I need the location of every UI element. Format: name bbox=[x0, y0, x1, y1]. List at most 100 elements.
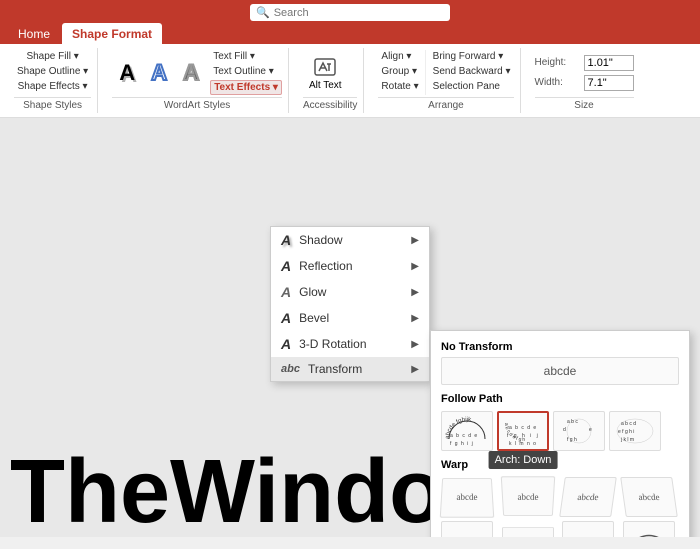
warp-cell-2[interactable]: abcde bbox=[500, 476, 555, 516]
wordart-style-1[interactable]: A bbox=[112, 57, 142, 89]
dropdown-shadow[interactable]: A Shadow ▶ bbox=[271, 227, 429, 253]
bevel-chevron: ▶ bbox=[411, 313, 419, 324]
rotate-btn[interactable]: Rotate ▾ bbox=[378, 80, 421, 93]
arrange-label: Arrange bbox=[378, 97, 513, 111]
follow-path-label: Follow Path bbox=[441, 393, 679, 405]
warp-grid: abcde abcde abcde abcde abcde abcde bbox=[441, 477, 679, 537]
height-label: Height: bbox=[535, 57, 580, 68]
bevel-icon: A bbox=[281, 310, 291, 326]
search-icon: 🔍 bbox=[256, 6, 270, 19]
wordart-label: WordArt Styles bbox=[112, 97, 282, 111]
shape-outline-btn[interactable]: Shape Outline ▾ bbox=[14, 65, 91, 78]
size-label: Size bbox=[535, 97, 634, 111]
warp-label: Warp bbox=[441, 459, 679, 471]
svg-text:j k l m: j k l m bbox=[620, 437, 634, 443]
svg-text:f g h i j: f g h i j bbox=[507, 433, 540, 439]
tabs-row: Home Shape Format bbox=[0, 23, 700, 44]
svg-text:f g h: f g h bbox=[567, 437, 577, 443]
send-backward-btn[interactable]: Send Backward ▾ bbox=[430, 65, 514, 78]
height-input[interactable] bbox=[584, 55, 634, 71]
glow-icon: A bbox=[281, 284, 291, 300]
no-transform-label: No Transform bbox=[441, 341, 679, 353]
warp-section: Warp abcde abcde abcde abcde abcde abcde bbox=[441, 459, 679, 537]
shadow-label: Shadow bbox=[299, 233, 342, 247]
warp-cell-4[interactable]: abcde bbox=[620, 477, 678, 517]
align-btn[interactable]: Align ▾ bbox=[378, 50, 421, 63]
no-transform-cell[interactable]: abcde bbox=[441, 357, 679, 385]
glow-chevron: ▶ bbox=[411, 287, 419, 298]
svg-text:a b c d e: a b c d e bbox=[509, 425, 537, 431]
tab-home[interactable]: Home bbox=[8, 23, 60, 44]
reflection-label: Reflection bbox=[299, 259, 352, 273]
search-bar: 🔍 bbox=[0, 0, 700, 23]
warp-cell-6[interactable]: abcde bbox=[502, 527, 554, 537]
width-input[interactable] bbox=[584, 75, 634, 91]
warp-cell-1[interactable]: abcde bbox=[440, 478, 495, 518]
shape-styles-section: Shape Fill ▾ Shape Outline ▾ Shape Effec… bbox=[8, 48, 98, 113]
wordart-section: A A A Text Fill ▾ Text Outline ▾ Text Ef… bbox=[106, 48, 289, 113]
search-wrap: 🔍 bbox=[250, 4, 450, 21]
text-effects-dropdown: A Shadow ▶ A Reflection ▶ A Glow ▶ A Bev… bbox=[270, 226, 430, 382]
glow-label: Glow bbox=[299, 285, 326, 299]
svg-text:d: d bbox=[563, 427, 566, 433]
accessibility-label: Accessibility bbox=[303, 97, 357, 111]
svg-text:e: e bbox=[589, 427, 592, 433]
width-label: Width: bbox=[535, 77, 580, 88]
text-outline-btn[interactable]: Text Outline ▾ bbox=[210, 65, 282, 78]
dropdown-reflection[interactable]: A Reflection ▶ bbox=[271, 253, 429, 279]
follow-path-button[interactable]: a b c d e f g h i j k l m bbox=[609, 411, 661, 451]
follow-path-circle[interactable]: a b c d e f g h bbox=[553, 411, 605, 451]
bevel-label: Bevel bbox=[299, 311, 329, 325]
reflection-icon: A bbox=[281, 258, 291, 274]
svg-text:a b c: a b c bbox=[567, 419, 578, 425]
transform-submenu: No Transform abcde Follow Path abcde fgh… bbox=[430, 330, 690, 537]
accessibility-section: Alt Text Accessibility bbox=[297, 48, 364, 113]
search-input[interactable] bbox=[274, 7, 434, 19]
wordart-styles-list: A A A bbox=[112, 57, 206, 89]
svg-text:k l m n o: k l m n o bbox=[509, 441, 537, 447]
text-effects-btn[interactable]: Text Effects ▾ bbox=[210, 80, 282, 95]
width-row: Width: bbox=[535, 75, 634, 91]
transform-chevron: ▶ bbox=[411, 364, 419, 375]
follow-path-arch-down[interactable]: a b c d e f g h a b c d e f g h i j k l … bbox=[497, 411, 549, 451]
shape-styles-label: Shape Styles bbox=[14, 97, 91, 111]
wordart-style-2[interactable]: A bbox=[144, 57, 174, 89]
shape-fill-btn[interactable]: Shape Fill ▾ bbox=[23, 50, 81, 63]
transform-icon: abc bbox=[281, 363, 300, 375]
bring-forward-btn[interactable]: Bring Forward ▾ bbox=[430, 50, 514, 63]
shadow-chevron: ▶ bbox=[411, 235, 419, 246]
group-btn[interactable]: Group ▾ bbox=[378, 65, 421, 78]
alt-text-btn[interactable]: Alt Text bbox=[303, 53, 348, 93]
warp-cell-5[interactable]: abcde bbox=[441, 521, 493, 537]
size-section: Height: Width: Size bbox=[529, 48, 640, 113]
ribbon-container: 🔍 Home Shape Format bbox=[0, 0, 700, 44]
dropdown-bevel[interactable]: A Bevel ▶ bbox=[271, 305, 429, 331]
dropdown-glow[interactable]: A Glow ▶ bbox=[271, 279, 429, 305]
svg-text:a b c d e: a b c d e bbox=[450, 433, 478, 439]
height-row: Height: bbox=[535, 55, 634, 71]
shape-effects-btn[interactable]: Shape Effects ▾ bbox=[15, 80, 91, 93]
warp-cell-7[interactable] bbox=[562, 521, 614, 537]
text-fill-btn[interactable]: Text Fill ▾ bbox=[210, 50, 282, 63]
follow-path-arch-up[interactable]: abcde fghijk a b c d e f g h i j bbox=[441, 411, 493, 451]
svg-text:f g h i j: f g h i j bbox=[450, 441, 474, 447]
3d-rotation-chevron: ▶ bbox=[411, 339, 419, 350]
warp-cell-3[interactable]: abcde bbox=[559, 477, 617, 517]
arch-down-tooltip: Arch: Down bbox=[489, 451, 558, 469]
wordart-style-3[interactable]: A bbox=[176, 57, 206, 89]
reflection-chevron: ▶ bbox=[411, 261, 419, 272]
dropdown-3d-rotation[interactable]: A 3-D Rotation ▶ bbox=[271, 331, 429, 357]
selection-pane-btn[interactable]: Selection Pane bbox=[430, 80, 514, 93]
svg-text:e f g h i: e f g h i bbox=[618, 429, 634, 435]
tab-shape-format[interactable]: Shape Format bbox=[62, 23, 162, 44]
shadow-icon: A bbox=[281, 232, 291, 248]
warp-cell-8[interactable] bbox=[623, 521, 675, 537]
dropdown-transform[interactable]: abc Transform ▶ bbox=[271, 357, 429, 381]
3d-rotation-label: 3-D Rotation bbox=[299, 337, 366, 351]
no-transform-section: No Transform abcde bbox=[441, 341, 679, 385]
svg-text:a b c d: a b c d bbox=[621, 421, 636, 427]
arrange-section: Align ▾ Group ▾ Rotate ▾ Bring Forward ▾… bbox=[372, 48, 520, 113]
main-area: TheWindows A Shadow ▶ A Reflection ▶ A G… bbox=[0, 118, 700, 537]
3d-rotation-icon: A bbox=[281, 336, 291, 352]
follow-path-section: Follow Path abcde fghijk a b c d e f g h… bbox=[441, 393, 679, 451]
